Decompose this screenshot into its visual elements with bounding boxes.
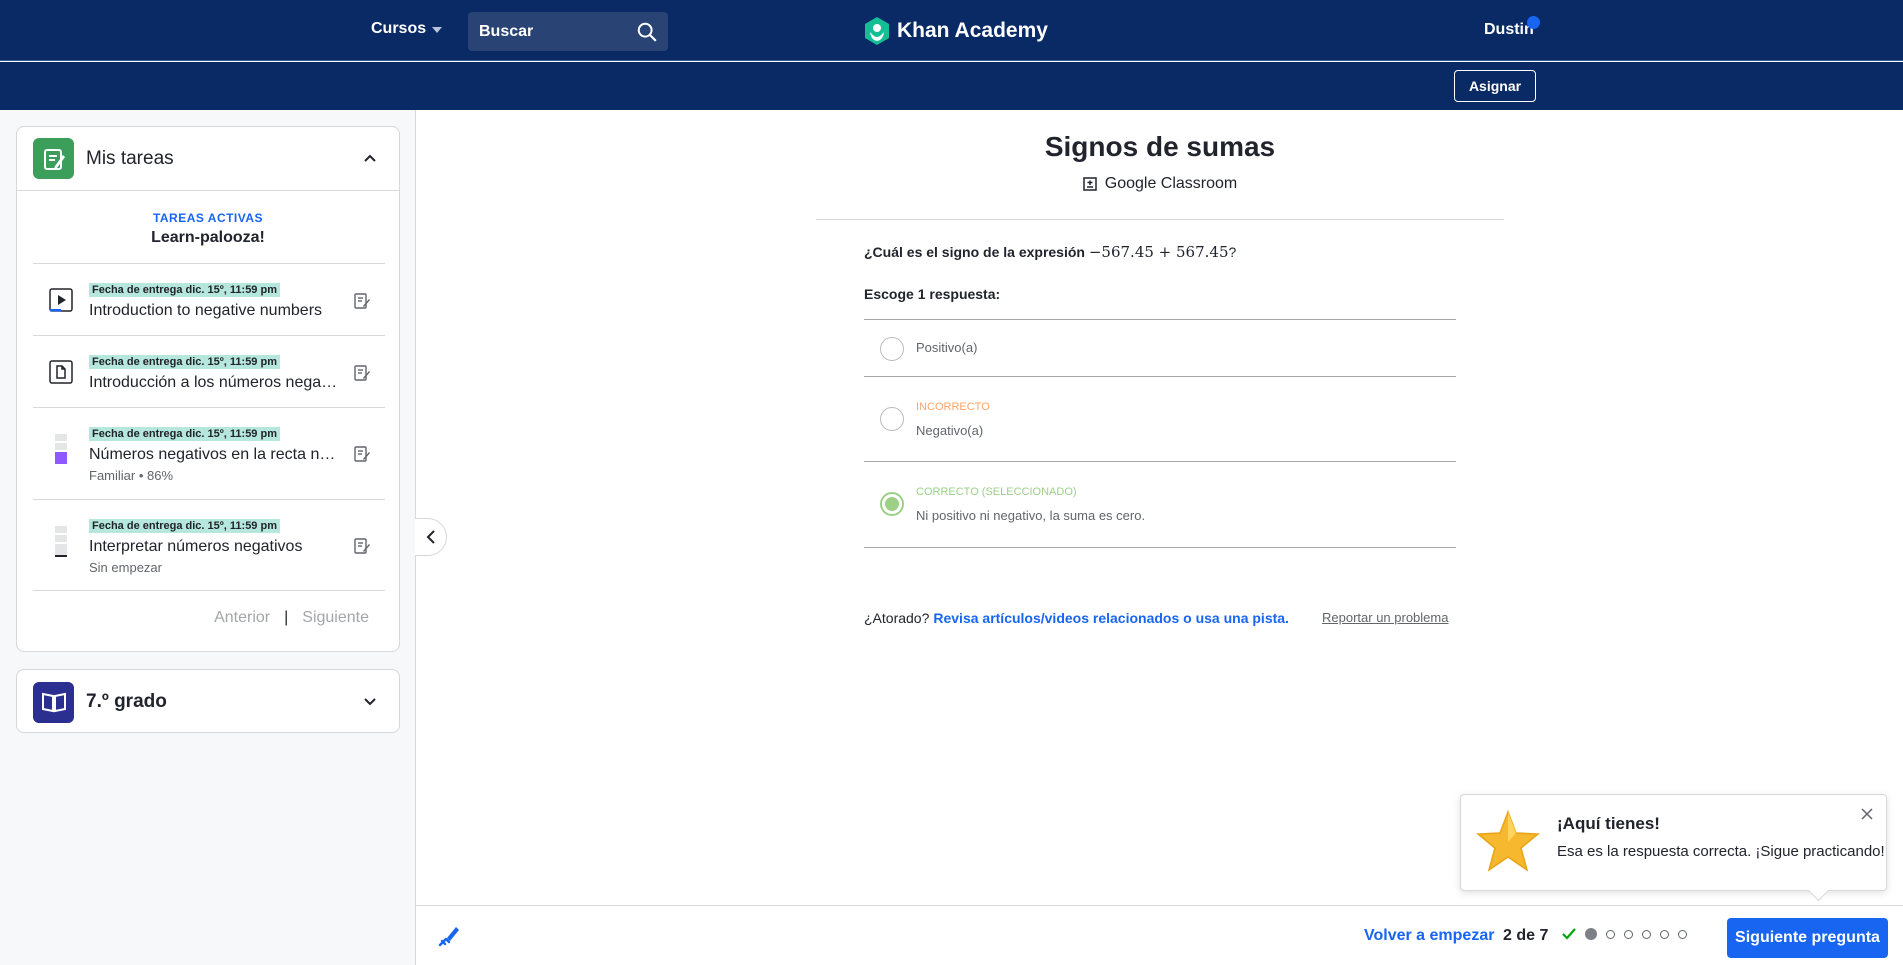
task-title: Números negativos en la recta numérica [89,446,339,463]
correct-tag: CORRECTO (SELECCIONADO) [916,486,1077,498]
close-icon[interactable] [1860,807,1874,821]
choose-label: Escoge 1 respuesta: [864,286,1001,302]
help-link[interactable]: Revisa artículos/videos relacionados o u… [933,610,1289,626]
question-expression: −567.45 + 567.45 [1088,243,1229,261]
choice-option[interactable]: CORRECTO (SELECCIONADO) Ni positivo ni n… [864,462,1456,548]
due-date-badge: Fecha de entrega dic. 15º, 11:59 pm [89,355,280,369]
restart-button[interactable]: Volver a empezar [1364,927,1494,945]
task-item[interactable]: Fecha de entrega dic. 15º, 11:59 pm Intr… [33,263,385,335]
search-input[interactable] [468,12,628,51]
choice-text: Ni positivo ni negativo, la suma es cero… [916,508,1146,523]
exercise-footer: Volver a empezar 2 de 7 Siguiente pregun… [416,905,1903,965]
progress-dot [1678,929,1687,939]
toast-message: Esa es la respuesta correcta. ¡Sigue pra… [1557,843,1885,860]
question-suffix: ? [1228,244,1237,260]
due-date-badge: Fecha de entrega dic. 15º, 11:59 pm [89,427,280,441]
task-title: Introducción a los números negativos [89,374,339,391]
khan-leaf-icon [865,17,889,45]
sidebar: Mis tareas TAREAS ACTIVAS Learn-palooza!… [0,110,416,965]
choice-text: Positivo(a) [916,340,978,355]
course-title: 7.º grado [86,691,167,712]
progress-dot [1606,929,1615,939]
task-pager: Anterior | Siguiente [214,609,369,627]
stuck-label: ¿Atorado? [864,610,930,626]
choice-option[interactable]: INCORRECTO Negativo(a) [864,377,1456,462]
checkmark-icon [1562,928,1576,940]
next-page-button[interactable]: Siguiente [302,609,369,627]
task-title: Interpretar números negativos [89,538,303,555]
radio-button[interactable] [880,337,904,361]
progress-dot [1660,929,1669,939]
progress-counter: 2 de 7 [1503,927,1549,944]
search-icon[interactable] [636,21,658,43]
google-classroom-share[interactable]: Google Classroom [676,175,1644,193]
previous-page-button[interactable]: Anterior [214,609,270,627]
question-text: ¿Cuál es el signo de la expresión −567.4… [864,243,1236,261]
active-tasks-label: TAREAS ACTIVAS [152,211,264,225]
top-nav: Cursos Khan Academy Dustin [0,0,1903,61]
pager-separator: | [284,609,289,626]
classroom-icon [1083,177,1097,191]
title-divider [816,219,1504,220]
next-question-button[interactable]: Siguiente pregunta [1727,918,1888,958]
progress-dot [1642,929,1651,939]
task-title: Introduction to negative numbers [89,302,323,319]
assignment-icon [354,293,370,309]
chevron-left-icon [426,530,435,544]
stuck-help: ¿Atorado? Revisa artículos/videos relacio… [864,610,1289,626]
due-date-badge: Fecha de entrega dic. 15º, 11:59 pm [89,519,280,533]
assign-button[interactable]: Asignar [1454,70,1536,102]
chevron-down-icon[interactable] [363,694,377,708]
article-icon [49,360,73,384]
khan-academy-logo[interactable]: Khan Academy [863,16,1048,46]
tasks-card-icon [33,138,74,179]
active-assignment-name: Learn-palooza! [151,229,265,246]
video-icon [49,288,73,312]
assignment-icon [354,538,370,554]
report-problem-link[interactable]: Reportar un problema [1322,610,1448,625]
toast-title: ¡Aquí tienes! [1557,814,1660,833]
my-tasks-header[interactable]: Mis tareas [17,127,399,191]
search-box [468,12,668,51]
choice-option[interactable]: Positivo(a) [864,320,1456,377]
sub-nav: Asignar [0,62,1903,110]
answer-choices: Positivo(a) INCORRECTO Negativo(a) CORRE… [864,319,1456,548]
courses-menu[interactable]: Cursos [371,20,443,38]
task-mastery-status: Familiar • 86% [89,468,174,483]
due-date-badge: Fecha de entrega dic. 15º, 11:59 pm [89,283,280,297]
assignment-icon [354,446,370,462]
progress-dots [1562,928,1687,940]
exercise-title: Signos de sumas [1044,131,1276,162]
assignment-icon [354,365,370,381]
feedback-toast: ¡Aquí tienes! Esa es la respuesta correc… [1460,794,1887,891]
radio-button[interactable] [880,407,904,431]
chevron-up-icon[interactable] [363,151,377,165]
mastery-familiar-icon [55,434,67,464]
task-mastery-status: Sin empezar [89,560,162,575]
star-icon [1476,809,1540,872]
classroom-label: Google Classroom [1104,175,1238,192]
course-book-icon [33,681,74,723]
course-header[interactable]: 7.º grado [17,670,399,734]
course-card[interactable]: 7.º grado [16,669,400,733]
question-prefix: ¿Cuál es el signo de la expresión [864,244,1085,260]
task-item[interactable]: Fecha de entrega dic. 15º, 11:59 pm Inte… [33,499,385,591]
mastery-not-started-icon [55,526,67,557]
choice-text: Negativo(a) [916,423,984,438]
progress-dot-current [1585,928,1597,940]
notification-dot [1527,16,1540,29]
scratchpad-icon[interactable] [436,923,462,949]
logo-text: Khan Academy [897,19,1048,42]
my-tasks-title: Mis tareas [86,147,174,169]
task-item[interactable]: Fecha de entrega dic. 15º, 11:59 pm Intr… [33,335,385,407]
progress-dot [1624,929,1633,939]
task-item[interactable]: Fecha de entrega dic. 15º, 11:59 pm Núme… [33,407,385,499]
radio-button-selected[interactable] [880,492,904,516]
my-tasks-card: Mis tareas TAREAS ACTIVAS Learn-palooza!… [16,126,400,652]
caret-down-icon [432,27,443,33]
courses-label: Cursos [371,20,427,37]
incorrect-tag: INCORRECTO [916,401,990,413]
collapse-sidebar-button[interactable] [415,518,447,556]
